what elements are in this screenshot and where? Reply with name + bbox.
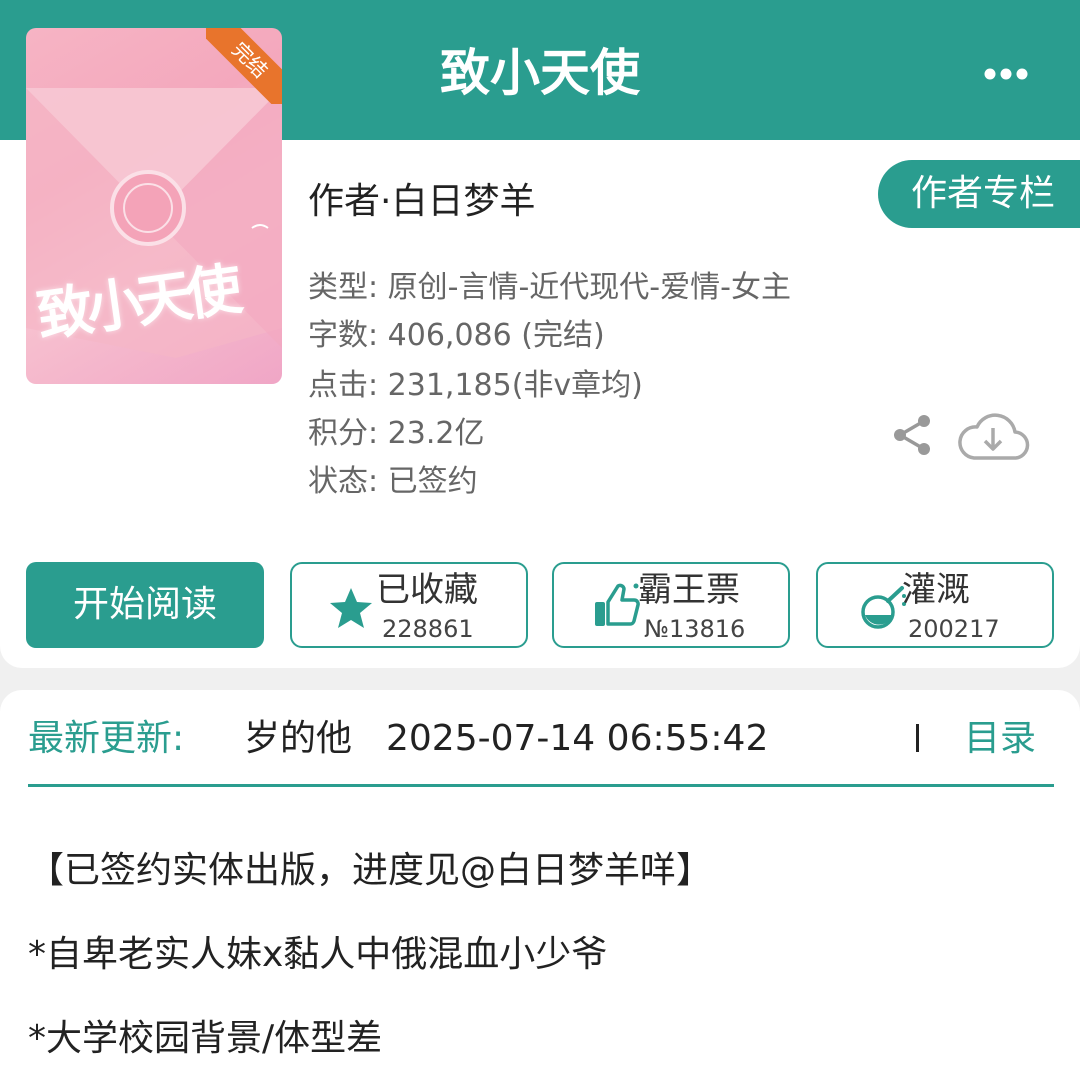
book-cover[interactable]: 致小天使 完结 [26, 28, 282, 384]
description-line: 【已签约实体出版，进度见@白日梦羊咩】 [28, 850, 713, 891]
meta-score: 积分: 23.2亿 [308, 416, 485, 451]
separator-line [28, 784, 1054, 787]
star-icon [330, 588, 372, 628]
completed-ribbon: 完结 [206, 28, 282, 104]
water-label: 灌溉 [902, 570, 970, 610]
cloud-download-icon [958, 413, 1030, 460]
water-count: 200217 [908, 615, 1000, 643]
table-of-contents-link[interactable]: 目录 [964, 716, 1036, 762]
favorite-button[interactable]: 已收藏 228861 [290, 562, 528, 648]
share-button[interactable] [890, 412, 936, 458]
flask-icon [861, 586, 906, 629]
description-line: *自卑老实人妹x黏人中俄混血小少爷 [28, 934, 608, 975]
start-reading-button[interactable]: 开始阅读 [26, 562, 264, 648]
meta-genre: 类型: 原创-言情-近代现代-爱情-女主 [308, 270, 791, 305]
download-button[interactable] [956, 408, 1030, 464]
latest-update-label: 最新更新: [28, 718, 185, 759]
share-icon [894, 415, 930, 455]
vote-count: №13816 [644, 615, 746, 643]
divider [916, 724, 919, 752]
vote-button[interactable]: 霸王票 №13816 [552, 562, 790, 648]
thumbs-up-icon [595, 583, 640, 626]
author-line[interactable]: 作者·白日梦羊 [308, 178, 535, 226]
description-line: *大学校园背景/体型差 [28, 1018, 383, 1059]
meta-word-count: 字数: 406,086 (完结) [308, 318, 605, 353]
meta-status: 状态: 已签约 [308, 464, 478, 499]
favorite-count: 228861 [382, 615, 474, 643]
latest-chapter-title[interactable]: 岁的他 [244, 716, 352, 762]
meta-clicks: 点击: 231,185(非v章均) [308, 368, 643, 403]
author-column-button[interactable]: 作者专栏 [878, 160, 1080, 228]
more-dots-icon [984, 68, 1028, 80]
favorite-label: 已收藏 [376, 570, 478, 610]
water-button[interactable]: 灌溉 200217 [816, 562, 1054, 648]
ribbon-label: 完结 [206, 28, 282, 104]
latest-update-time: 2025-07-14 06:55:42 [386, 718, 769, 759]
vote-label: 霸王票 [638, 570, 740, 610]
more-button[interactable] [984, 62, 1028, 86]
